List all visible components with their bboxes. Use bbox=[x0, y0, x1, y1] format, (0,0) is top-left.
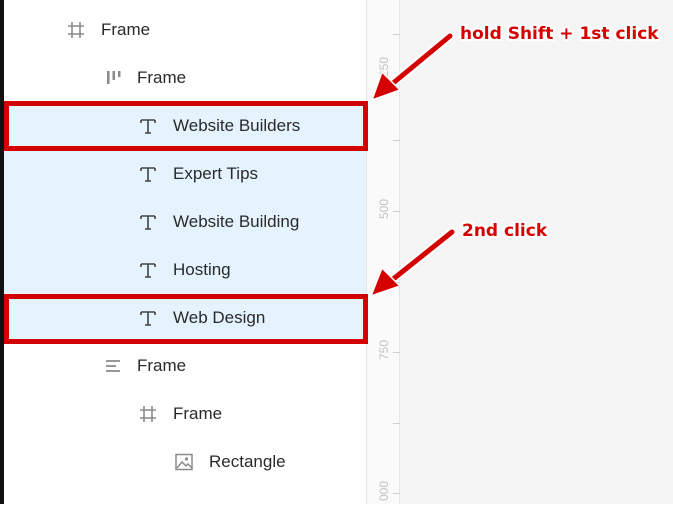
text-icon bbox=[138, 212, 158, 232]
text-icon bbox=[138, 260, 158, 280]
ruler-label: 500 bbox=[377, 198, 391, 220]
second-click-highlight bbox=[4, 294, 368, 344]
image-icon bbox=[174, 452, 194, 472]
layer-label: Frame bbox=[173, 404, 223, 423]
ruler-label: 000 bbox=[377, 480, 391, 502]
ruler-label: 750 bbox=[377, 339, 391, 361]
layers-panel: Frame Frame Website Builders Expert Tips… bbox=[4, 0, 366, 504]
layer-row-website-building[interactable]: Website Building bbox=[4, 198, 366, 246]
hash-frame-icon bbox=[138, 404, 158, 424]
layer-label: Frame bbox=[101, 20, 151, 39]
layer-label: Frame bbox=[137, 356, 187, 375]
layer-row-frame-4[interactable]: Frame bbox=[4, 390, 366, 438]
layer-label: Expert Tips bbox=[173, 164, 259, 183]
shift-first-click-annotation: hold Shift + 1st click bbox=[460, 24, 659, 44]
layer-row-expert-tips[interactable]: Expert Tips bbox=[4, 150, 366, 198]
first-click-highlight bbox=[4, 101, 368, 151]
design-canvas[interactable] bbox=[400, 0, 673, 504]
hash-frame-icon bbox=[66, 20, 86, 40]
vertical-ruler: 250 500 750 000 bbox=[366, 0, 401, 504]
text-icon bbox=[138, 164, 158, 184]
second-click-annotation: 2nd click bbox=[462, 221, 548, 241]
layer-label: Frame bbox=[137, 68, 187, 87]
layer-row-rectangle[interactable]: Rectangle bbox=[4, 438, 366, 486]
layer-label: Hosting bbox=[173, 260, 231, 279]
layer-row-frame-2[interactable]: Frame bbox=[4, 54, 366, 102]
align-left-icon bbox=[104, 356, 124, 376]
auto-layout-icon bbox=[104, 68, 124, 88]
ruler-label: 250 bbox=[377, 56, 391, 78]
layer-label: Website Building bbox=[173, 212, 300, 231]
layer-label: Rectangle bbox=[209, 452, 286, 471]
layer-row-hosting[interactable]: Hosting bbox=[4, 246, 366, 294]
layer-row-frame-1[interactable]: Frame bbox=[4, 6, 366, 54]
layer-row-frame-3[interactable]: Frame bbox=[4, 342, 366, 390]
